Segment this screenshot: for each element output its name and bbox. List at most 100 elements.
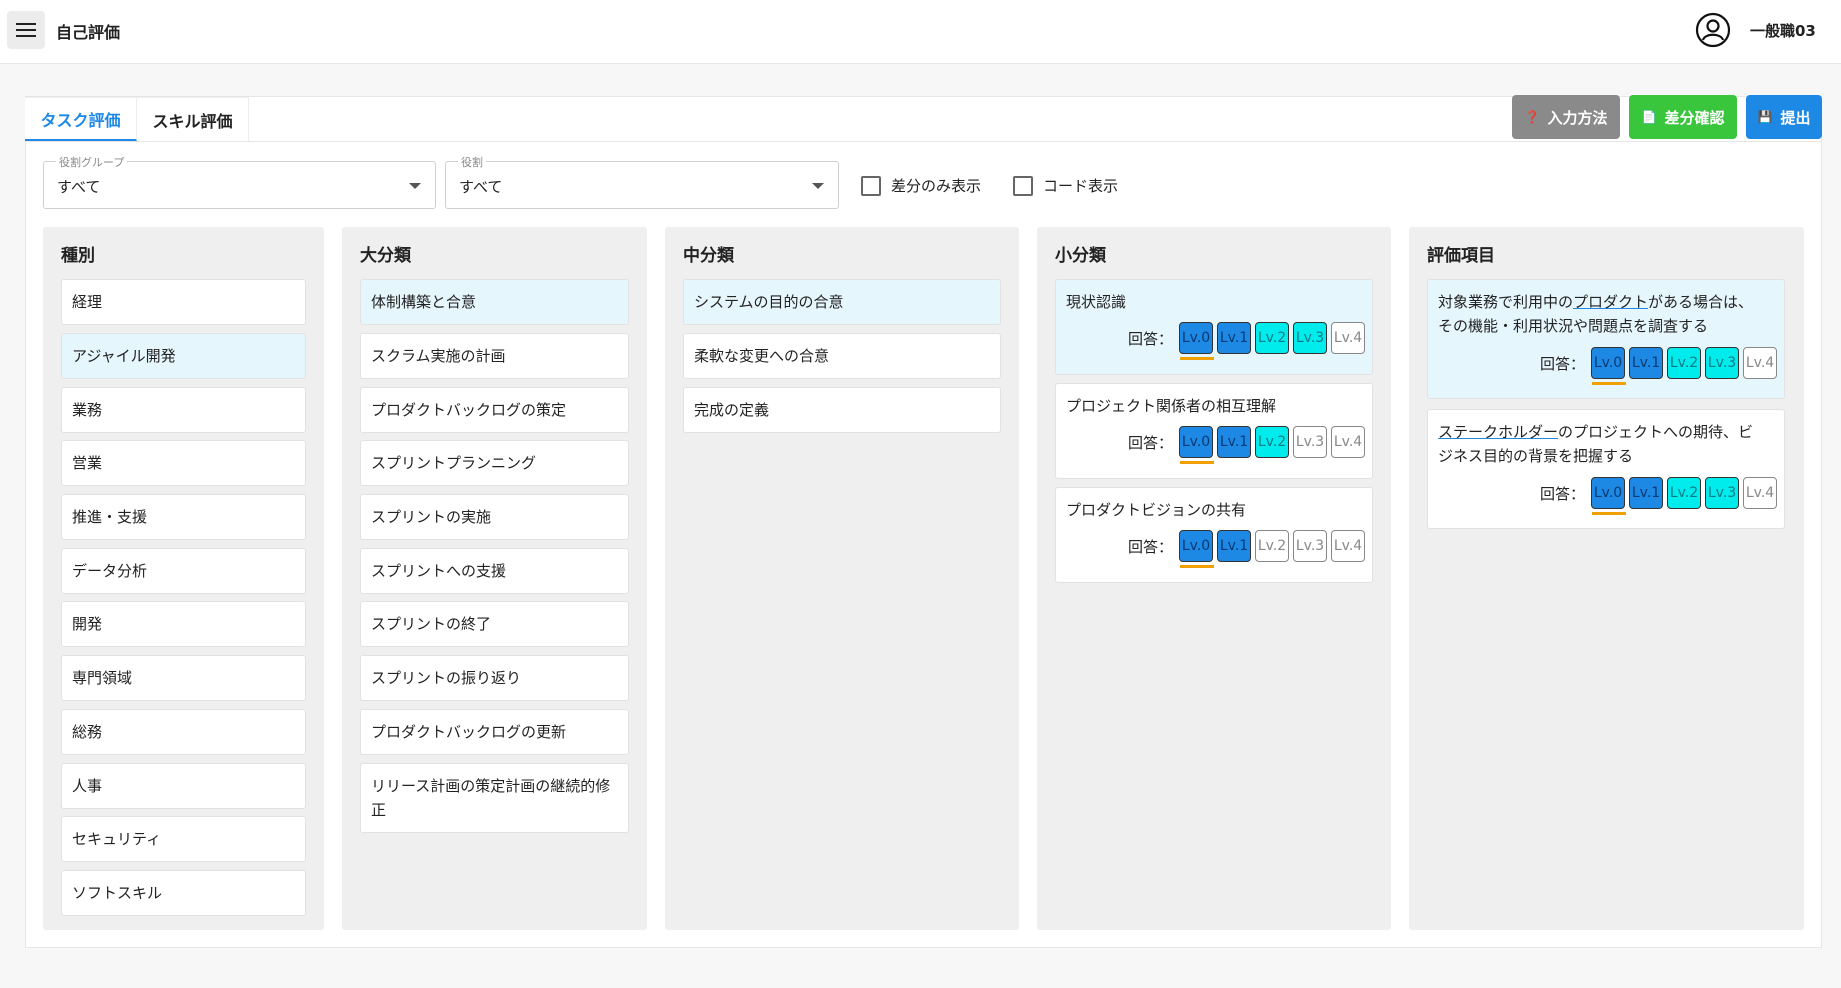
answer-levels: 回答： Lv.0 Lv.1 Lv.2 Lv.3 Lv.4 — [1128, 426, 1366, 464]
level-button[interactable]: Lv.0 — [1179, 426, 1215, 464]
role-select[interactable]: 役割 すべて — [445, 154, 839, 209]
evaluation-item-column: 評価項目 対象業務で利用中のプロダクトがある場合は、 その機能・利用状況や問題点… — [1409, 227, 1804, 930]
code-display-checkbox[interactable]: コード表示 — [1013, 175, 1118, 196]
type-item[interactable]: 開発 — [61, 601, 306, 647]
level-button[interactable]: Lv.0 — [1179, 530, 1215, 568]
evaluation-item-text-line2: ジネス目的の背景を把握する — [1438, 447, 1634, 465]
level-button[interactable]: Lv.4 — [1331, 322, 1366, 354]
type-item[interactable]: 総務 — [61, 709, 306, 755]
level-button[interactable]: Lv.3 — [1293, 530, 1328, 562]
major-category-column: 大分類 体制構築と合意 スクラム実施の計画 プロダクトバックログの策定 スプリン… — [342, 227, 647, 930]
middle-category-item[interactable]: システムの目的の合意 — [683, 279, 1001, 325]
major-category-item[interactable]: プロダクトバックログの策定 — [360, 387, 629, 433]
evaluation-item-column-title: 評価項目 — [1427, 246, 1495, 266]
level-button[interactable]: Lv.2 — [1255, 530, 1290, 562]
tab-skill-evaluation[interactable]: スキル評価 — [137, 97, 249, 141]
type-item[interactable]: アジャイル開発 — [61, 333, 306, 379]
level-button[interactable]: Lv.2 — [1667, 347, 1702, 379]
middle-category-item[interactable]: 完成の定義 — [683, 387, 1001, 433]
level-button[interactable]: Lv.1 — [1217, 322, 1252, 354]
level-button[interactable]: Lv.0 — [1591, 347, 1627, 385]
role-group-label: 役割グループ — [56, 154, 128, 170]
level-button[interactable]: Lv.1 — [1629, 347, 1664, 379]
checkbox-icon[interactable] — [1013, 175, 1033, 196]
level-button[interactable]: Lv.3 — [1705, 477, 1740, 509]
type-column-title: 種別 — [61, 246, 95, 266]
minor-category-column: 小分類 現状認識 回答： Lv.0 Lv.1 Lv.2 Lv.3 Lv.4 プロ… — [1037, 227, 1391, 930]
major-category-item[interactable]: プロダクトバックログの更新 — [360, 709, 629, 755]
selected-underline — [1180, 357, 1215, 360]
dropdown-arrow-icon — [812, 183, 824, 189]
major-category-item[interactable]: スプリントプランニング — [360, 440, 629, 486]
middle-category-item[interactable]: 柔軟な変更への合意 — [683, 333, 1001, 379]
help-icon: ❓ — [1524, 110, 1540, 124]
selected-underline — [1592, 512, 1627, 515]
level-button[interactable]: Lv.1 — [1217, 530, 1252, 562]
major-category-item[interactable]: スプリントの振り返り — [360, 655, 629, 701]
evaluation-item-text: 対象業務で利用中のプロダクトがある場合は、 — [1438, 293, 1754, 311]
minor-category-label: プロダクトビジョンの共有 — [1066, 501, 1247, 519]
account-icon[interactable] — [1695, 12, 1731, 48]
level-button[interactable]: Lv.2 — [1255, 322, 1290, 354]
level-button[interactable]: Lv.4 — [1743, 477, 1778, 509]
minor-category-label: プロジェクト関係者の相互理解 — [1066, 397, 1277, 415]
type-item[interactable]: データ分析 — [61, 548, 306, 594]
major-category-item[interactable]: スクラム実施の計画 — [360, 333, 629, 379]
code-display-label: コード表示 — [1043, 177, 1119, 195]
evaluation-item[interactable]: ステークホルダーのプロジェクトへの期待、ビ ジネス目的の背景を把握する — [1427, 409, 1785, 529]
level-button[interactable]: Lv.4 — [1331, 530, 1366, 562]
submit-button-label: 提出 — [1780, 108, 1811, 127]
level-button[interactable]: Lv.2 — [1255, 426, 1290, 458]
type-item[interactable]: 推進・支援 — [61, 494, 306, 540]
user-name: 一般職03 — [1750, 22, 1816, 40]
checkbox-icon[interactable] — [861, 175, 881, 196]
level-button[interactable]: Lv.3 — [1293, 426, 1328, 458]
glossary-link[interactable]: ステークホルダー — [1438, 423, 1558, 441]
major-category-item[interactable]: スプリントへの支援 — [360, 548, 629, 594]
major-category-item[interactable]: スプリントの実施 — [360, 494, 629, 540]
level-button[interactable]: Lv.4 — [1743, 347, 1778, 379]
answer-label: 回答： — [1128, 433, 1174, 452]
level-button[interactable]: Lv.1 — [1629, 477, 1664, 509]
glossary-link[interactable]: プロダクト — [1573, 293, 1648, 311]
type-item[interactable]: 経理 — [61, 279, 306, 325]
menu-button[interactable] — [7, 11, 45, 49]
tab-divider — [25, 141, 1822, 142]
diff-only-label: 差分のみ表示 — [891, 177, 982, 195]
middle-category-column-title: 中分類 — [683, 246, 734, 266]
level-button[interactable]: Lv.1 — [1217, 426, 1252, 458]
evaluation-item[interactable]: 対象業務で利用中のプロダクトがある場合は、 その機能・利用状況や問題点を調査する — [1427, 279, 1785, 399]
type-item[interactable]: 専門領域 — [61, 655, 306, 701]
role-group-select[interactable]: 役割グループ すべて — [43, 154, 436, 209]
type-item[interactable]: 業務 — [61, 387, 306, 433]
level-button[interactable]: Lv.3 — [1293, 322, 1328, 354]
level-button[interactable]: Lv.0 — [1591, 477, 1627, 515]
level-button[interactable]: Lv.0 — [1179, 322, 1215, 360]
type-column: 種別 経理 アジャイル開発 業務 営業 推進・支援 データ分析 開発 専門領域 … — [43, 227, 324, 930]
tab-task-evaluation[interactable]: タスク評価 — [25, 97, 137, 141]
selected-underline — [1180, 565, 1215, 568]
type-item[interactable]: ソフトスキル — [61, 870, 306, 916]
minor-category-label: 現状認識 — [1066, 293, 1127, 311]
submit-button[interactable]: 💾 提出 — [1746, 95, 1822, 139]
level-button[interactable]: Lv.2 — [1667, 477, 1702, 509]
app-title: 自己評価 — [56, 23, 121, 42]
answer-label: 回答： — [1540, 484, 1586, 503]
diff-check-button[interactable]: 📄 差分確認 — [1629, 95, 1737, 139]
level-button[interactable]: Lv.4 — [1331, 426, 1366, 458]
evaluation-item-text: ステークホルダーのプロジェクトへの期待、ビ — [1438, 423, 1754, 441]
dropdown-arrow-icon — [409, 183, 421, 189]
middle-category-column: 中分類 システムの目的の合意 柔軟な変更への合意 完成の定義 — [665, 227, 1019, 930]
major-category-item[interactable]: 体制構築と合意 — [360, 279, 629, 325]
type-item[interactable]: セキュリティ — [61, 816, 306, 862]
major-category-item[interactable]: スプリントの終了 — [360, 601, 629, 647]
help-button[interactable]: ❓ 入力方法 — [1512, 95, 1620, 139]
role-value: すべて — [459, 178, 503, 196]
diff-only-checkbox[interactable]: 差分のみ表示 — [861, 175, 981, 196]
type-item[interactable]: 人事 — [61, 763, 306, 809]
major-category-item[interactable]: リリース計画の策定計画の継続的修正 — [360, 763, 629, 833]
major-category-column-title: 大分類 — [360, 246, 411, 266]
type-item[interactable]: 営業 — [61, 440, 306, 486]
selected-underline — [1592, 382, 1627, 385]
level-button[interactable]: Lv.3 — [1705, 347, 1740, 379]
